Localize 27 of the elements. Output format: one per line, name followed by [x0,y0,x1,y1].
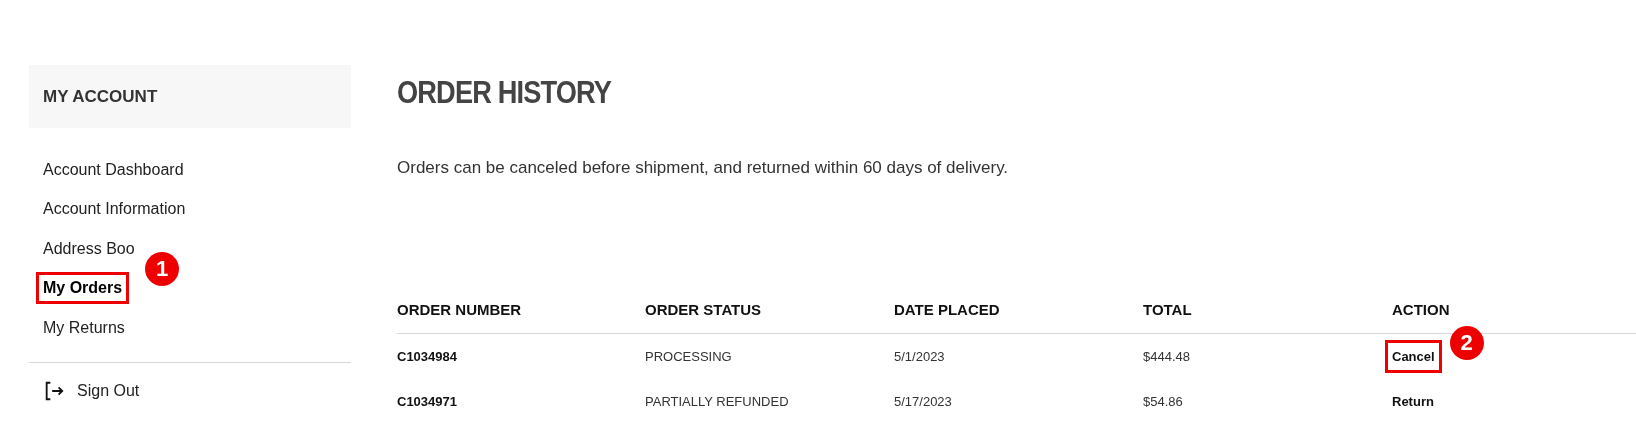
sidebar-link[interactable]: My Orders [36,272,130,305]
order-number: C1034971 [397,392,457,411]
order-action-link[interactable]: Return [1385,384,1441,419]
order-status: PARTIALLY REFUNDED [645,392,789,411]
order-total: $54.86 [1143,392,1183,411]
step-badge: 2 [1449,325,1484,360]
order-status: PROCESSING [645,347,732,366]
sidebar-header: MY ACCOUNT [29,65,351,128]
sign-out-icon [43,379,65,402]
sidebar-link[interactable]: Address Boo [36,232,142,265]
sidebar-link[interactable]: Account Information [36,193,193,226]
sidebar-link[interactable]: My Returns [36,311,132,344]
order-date: 5/17/2023 [894,392,952,411]
column-header: ACTION [1392,299,1451,320]
column-header: ORDER NUMBER [397,299,523,320]
order-date: 5/1/2023 [894,347,945,366]
order-action-link[interactable]: Cancel [1385,339,1442,374]
step-badge: 1 [145,252,180,287]
info-text: Orders can be canceled before shipment, and returned within 60 days of delivery. [397,157,1010,179]
column-header: TOTAL [1143,299,1193,320]
column-header: DATE PLACED [894,299,1001,320]
column-header: ORDER STATUS [645,299,763,320]
sidebar-link[interactable]: Account Dashboard [36,153,191,186]
order-number: C1034984 [397,347,457,366]
page-title: ORDER HISTORY [397,76,613,108]
sign-out-link[interactable]: Sign Out [77,378,140,403]
order-total: $444.48 [1143,347,1190,366]
